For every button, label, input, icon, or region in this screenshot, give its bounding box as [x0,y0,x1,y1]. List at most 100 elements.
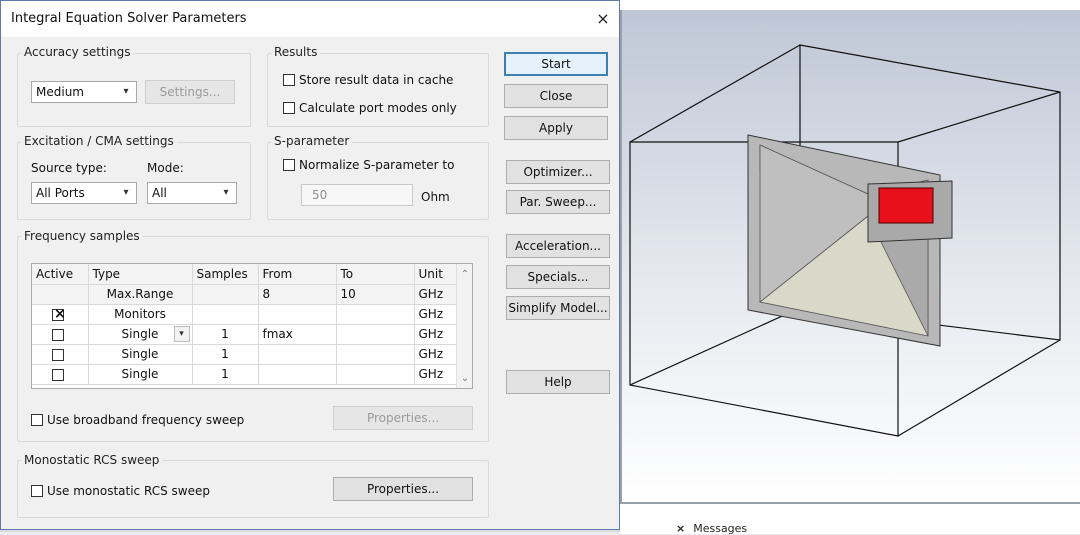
unit-cell: GHz [414,344,459,365]
to-cell[interactable] [336,364,415,385]
box-edge [897,339,1061,437]
table-row[interactable]: Single 1 GHz [32,344,459,365]
apply-button[interactable]: Apply [504,116,608,140]
source-type-select[interactable]: All Ports ▾ [31,182,137,204]
par-sweep-button[interactable]: Par. Sweep... [506,190,610,214]
table-row[interactable]: Monitors GHz [32,304,459,325]
samples-cell[interactable]: 1 [192,324,259,345]
messages-tab-label: Messages [693,521,748,535]
store-cache-checkbox[interactable] [283,74,295,86]
store-cache-label: Store result data in cache [299,73,454,87]
calc-port-modes-label: Calculate port modes only [299,101,457,115]
table-row[interactable]: Single ▾ 1 fmax GHz [32,324,459,345]
ohm-unit-label: Ohm [421,190,450,204]
solver-parameters-dialog: Integral Equation Solver Parameters × Ac… [0,0,620,530]
box-edge [629,307,801,386]
type-cell: Max.Range [88,284,193,305]
rcs-properties-button[interactable]: Properties... [333,477,473,501]
normalize-label: Normalize S-parameter to [299,158,455,172]
broadband-checkbox-row[interactable]: Use broadband frequency sweep [31,413,244,427]
type-cell: Single [88,344,193,365]
column-header-from: From [258,264,337,285]
from-cell[interactable] [258,364,337,385]
sparameter-label: S-parameter [271,134,353,148]
chevron-up-icon[interactable]: ⌃ [457,266,472,282]
source-type-value: All Ports [36,186,85,200]
mode-select[interactable]: All ▾ [147,182,237,204]
chevron-down-icon[interactable]: ⌄ [457,370,472,386]
port-indicator [878,187,934,224]
store-cache-checkbox-row[interactable]: Store result data in cache [283,73,453,87]
3d-scene [629,44,1061,437]
sparameter-value-field[interactable]: 50 [301,184,413,206]
specials-button[interactable]: Specials... [506,265,610,289]
rcs-checkbox-row[interactable]: Use monostatic RCS sweep [31,484,210,498]
messages-tab[interactable]: × Messages [676,521,748,535]
rcs-checkbox[interactable] [31,485,43,497]
from-cell[interactable] [258,304,337,325]
column-header-active: Active [32,264,89,285]
box-edge [897,91,1061,143]
source-type-label: Source type: [31,161,107,175]
to-cell[interactable] [336,304,415,325]
normalize-checkbox[interactable] [283,159,295,171]
row-active-checkbox[interactable] [52,348,64,361]
normalize-checkbox-row[interactable]: Normalize S-parameter to [283,158,454,172]
type-cell-value: Single [121,327,159,341]
mode-value: All [152,186,167,200]
column-header-unit: Unit [414,264,459,285]
column-header-type: Type [88,264,193,285]
samples-cell[interactable]: 1 [192,344,259,365]
accuracy-select-value: Medium [36,85,84,99]
type-cell: Single [88,364,193,385]
type-cell[interactable]: Single ▾ [88,324,193,345]
table-row[interactable]: Max.Range 8 10 GHz [32,284,459,305]
dialog-titlebar: Integral Equation Solver Parameters × [1,1,619,37]
accuracy-select[interactable]: Medium ▾ [31,81,137,103]
to-cell[interactable] [336,344,415,365]
unit-cell: GHz [414,304,459,325]
dialog-close-icon[interactable]: × [591,7,615,31]
to-cell[interactable]: 10 [336,284,415,305]
chevron-down-icon[interactable]: ▾ [173,325,190,342]
active-cell[interactable] [32,304,89,325]
active-cell[interactable] [32,344,89,365]
row-active-checkbox[interactable] [52,328,64,341]
help-button[interactable]: Help [506,370,610,394]
excitation-group [17,142,251,220]
mode-label: Mode: [147,161,184,175]
frequency-samples-label: Frequency samples [21,229,143,243]
from-cell[interactable]: 8 [258,284,337,305]
acceleration-button[interactable]: Acceleration... [506,234,610,258]
samples-cell[interactable]: 1 [192,364,259,385]
frequency-table[interactable]: Active Type Samples From To Unit Max.Ran… [31,263,473,389]
chevron-down-icon: ▾ [123,187,129,198]
messages-close-icon[interactable]: × [676,522,685,535]
to-cell[interactable] [336,324,415,345]
from-cell[interactable]: fmax [258,324,337,345]
optimizer-button[interactable]: Optimizer... [506,160,610,184]
active-cell[interactable] [32,364,89,385]
table-scrollbar[interactable]: ⌃ ⌄ [456,264,472,388]
samples-cell[interactable] [192,304,259,325]
results-group [267,53,489,127]
table-row[interactable]: Single 1 GHz [32,364,459,385]
rcs-label: Monostatic RCS sweep [21,453,163,467]
row-active-checkbox[interactable] [52,368,64,381]
accuracy-settings-label: Accuracy settings [21,45,134,59]
monitors-active-checkbox[interactable] [52,306,66,322]
calc-port-modes-checkbox[interactable] [283,102,295,114]
chevron-down-icon: ▾ [123,86,129,97]
from-cell[interactable] [258,344,337,365]
frequency-properties-button[interactable]: Properties... [333,406,473,430]
start-button[interactable]: Start [504,52,608,76]
accuracy-settings-button[interactable]: Settings... [145,80,235,104]
broadband-checkbox[interactable] [31,414,43,426]
active-cell[interactable] [32,324,89,345]
simplify-model-button[interactable]: Simplify Model... [506,296,610,320]
close-button[interactable]: Close [504,84,608,108]
calc-port-modes-checkbox-row[interactable]: Calculate port modes only [283,101,457,115]
frequency-table-header: Active Type Samples From To Unit [32,264,459,285]
box-edge [629,44,801,143]
samples-cell[interactable] [192,284,259,305]
